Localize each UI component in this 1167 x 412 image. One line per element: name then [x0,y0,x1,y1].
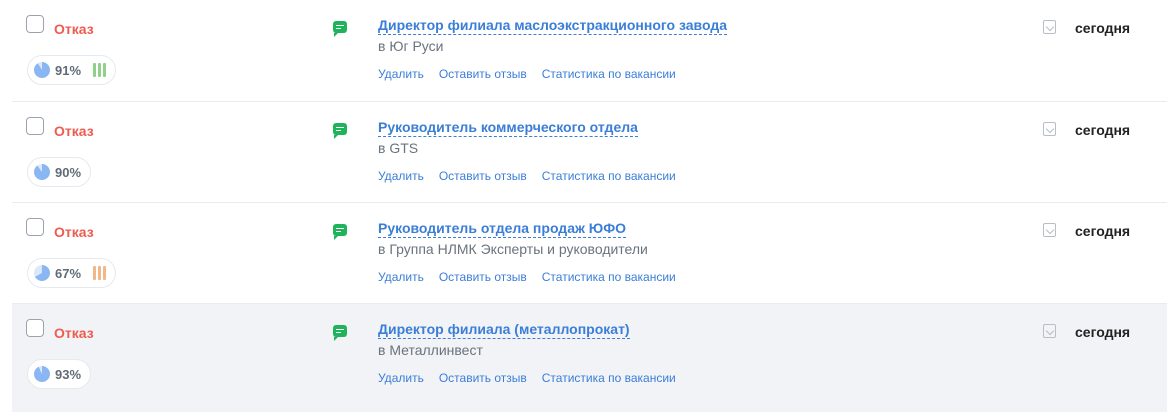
chat-icon[interactable] [333,325,347,341]
leave-review-link[interactable]: Оставить отзыв [439,371,527,385]
delete-link[interactable]: Удалить [378,371,424,385]
row-actions: Удалить Оставить отзыв Статистика по вак… [378,169,676,183]
match-badge: 91% [27,55,117,85]
match-badge: 90% [27,157,92,187]
resume-file-icon[interactable] [1043,223,1056,237]
vacancy-title-link[interactable]: Директор филиала маслоэкстракционного за… [378,17,728,35]
match-pie-icon [34,164,50,180]
status-label: Отказ [54,21,94,37]
leave-review-link[interactable]: Оставить отзыв [439,67,527,81]
resume-file-icon[interactable] [1043,20,1056,34]
response-row: Отказ 67% Руководитель отдела продаж ЮФО… [12,203,1167,304]
match-percent: 67% [55,265,82,281]
chat-icon[interactable] [333,123,347,139]
vacancy-title-link[interactable]: Руководитель коммерческого отдела [378,119,638,137]
resume-file-icon[interactable] [1043,324,1056,338]
row-actions: Удалить Оставить отзыв Статистика по вак… [378,270,676,284]
response-date: сегодня [1075,324,1131,340]
status-label: Отказ [54,325,94,341]
leave-review-link[interactable]: Оставить отзыв [439,169,527,183]
company-name: в Группа НЛМК Эксперты и руководители [378,241,648,257]
vacancy-stats-link[interactable]: Статистика по вакансии [542,371,676,385]
status-label: Отказ [54,123,94,139]
row-actions: Удалить Оставить отзыв Статистика по вак… [378,371,676,385]
delete-link[interactable]: Удалить [378,67,424,81]
chat-icon[interactable] [333,224,347,240]
vacancy-stats-link[interactable]: Статистика по вакансии [542,270,676,284]
match-pie-icon [34,366,50,382]
vacancy-title-link[interactable]: Директор филиала (металлопрокат) [378,321,630,339]
match-percent: 90% [55,164,82,180]
company-name: в GTS [378,140,419,156]
vacancy-stats-link[interactable]: Статистика по вакансии [542,67,676,81]
response-date: сегодня [1075,223,1131,239]
delete-link[interactable]: Удалить [378,169,424,183]
match-badge: 67% [27,258,117,288]
row-actions: Удалить Оставить отзыв Статистика по вак… [378,67,676,81]
match-badge: 93% [27,359,92,389]
select-checkbox[interactable] [26,117,44,135]
company-name: в Юг Руси [378,38,444,54]
match-percent: 93% [55,366,82,382]
match-indicator-icon [93,63,107,77]
delete-link[interactable]: Удалить [378,270,424,284]
leave-review-link[interactable]: Оставить отзыв [439,270,527,284]
vacancy-stats-link[interactable]: Статистика по вакансии [542,169,676,183]
company-name: в Металлинвест [378,342,483,358]
response-date: сегодня [1075,122,1131,138]
response-date: сегодня [1075,20,1131,36]
select-checkbox[interactable] [26,319,44,337]
match-pie-icon [34,62,50,78]
resume-file-icon[interactable] [1043,122,1056,136]
response-row: Отказ 90% Руководитель коммерческого отд… [12,102,1167,203]
match-pie-icon [34,265,50,281]
vacancy-title-link[interactable]: Руководитель отдела продаж ЮФО [378,220,627,238]
response-row: Отказ 93% Директор филиала (металлопрока… [12,304,1167,412]
response-row: Отказ 91% Директор филиала маслоэкстракц… [12,0,1167,102]
chat-icon[interactable] [333,21,347,37]
match-percent: 91% [55,62,82,78]
select-checkbox[interactable] [26,218,44,236]
status-label: Отказ [54,224,94,240]
match-indicator-icon [93,266,107,280]
response-list: Отказ 91% Директор филиала маслоэкстракц… [0,0,1167,412]
select-checkbox[interactable] [26,15,44,33]
